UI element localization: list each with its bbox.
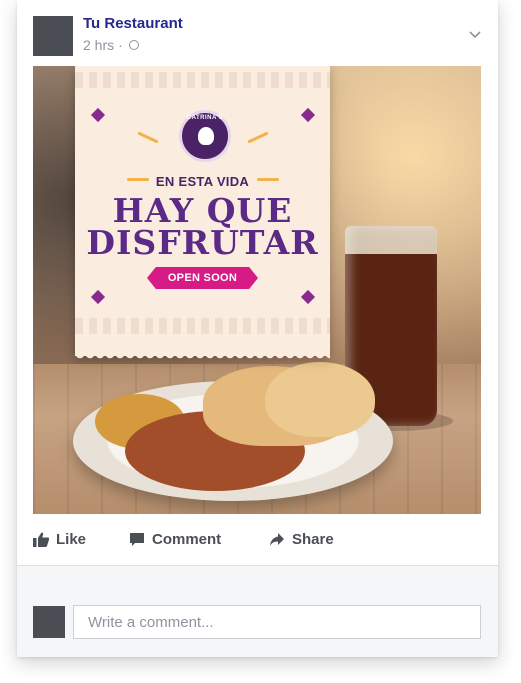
decor-star: [90, 107, 106, 123]
comment-section: [17, 565, 498, 657]
share-label: Share: [292, 531, 334, 548]
post-actions: Like Comment Share: [33, 531, 481, 557]
share-arrow-icon: [270, 533, 284, 546]
banner-headline-line2: DISFRUTAR: [86, 223, 319, 262]
banner-pattern-top: [75, 72, 330, 88]
promo-banner: CATRINA'S EN ESTA VIDA HAY QUE DISFRUTAR…: [75, 66, 330, 362]
taco: [265, 362, 375, 437]
page-avatar[interactable]: [33, 16, 73, 56]
open-soon-badge: OPEN SOON: [147, 267, 258, 289]
decor-star: [300, 107, 316, 123]
share-button[interactable]: Share: [269, 531, 334, 548]
facebook-post-card: Tu Restaurant 2 hrs · CATRINA'S EN ESTA …: [17, 0, 498, 657]
comment-label: Comment: [152, 531, 222, 548]
post-meta: 2 hrs ·: [83, 37, 139, 53]
meta-separator: ·: [118, 37, 123, 53]
banner-subhead: EN ESTA VIDA: [155, 174, 250, 189]
page-name[interactable]: Tu Restaurant: [83, 15, 183, 32]
logo-text: CATRINA'S: [186, 115, 224, 121]
post-image[interactable]: CATRINA'S EN ESTA VIDA HAY QUE DISFRUTAR…: [33, 66, 481, 514]
comment-input[interactable]: [73, 605, 481, 639]
globe-icon[interactable]: [128, 40, 139, 50]
comment-button[interactable]: Comment: [129, 531, 221, 548]
decor-star: [90, 289, 106, 305]
chevron-down-icon[interactable]: [469, 28, 481, 40]
user-avatar[interactable]: [33, 606, 65, 638]
restaurant-logo: CATRINA'S: [179, 110, 231, 162]
decor-swirl: [247, 131, 269, 144]
post-time[interactable]: 2 hrs: [83, 37, 114, 53]
decor-swirl: [137, 131, 159, 144]
speech-bubble-icon: [130, 533, 144, 546]
post-header: Tu Restaurant 2 hrs ·: [33, 14, 483, 58]
thumbs-up-icon: [33, 532, 49, 547]
skull-icon: [198, 127, 214, 145]
banner-pattern-bottom: [75, 318, 330, 334]
like-button[interactable]: Like: [33, 531, 86, 548]
like-label: Like: [56, 531, 87, 548]
decor-star: [300, 289, 316, 305]
